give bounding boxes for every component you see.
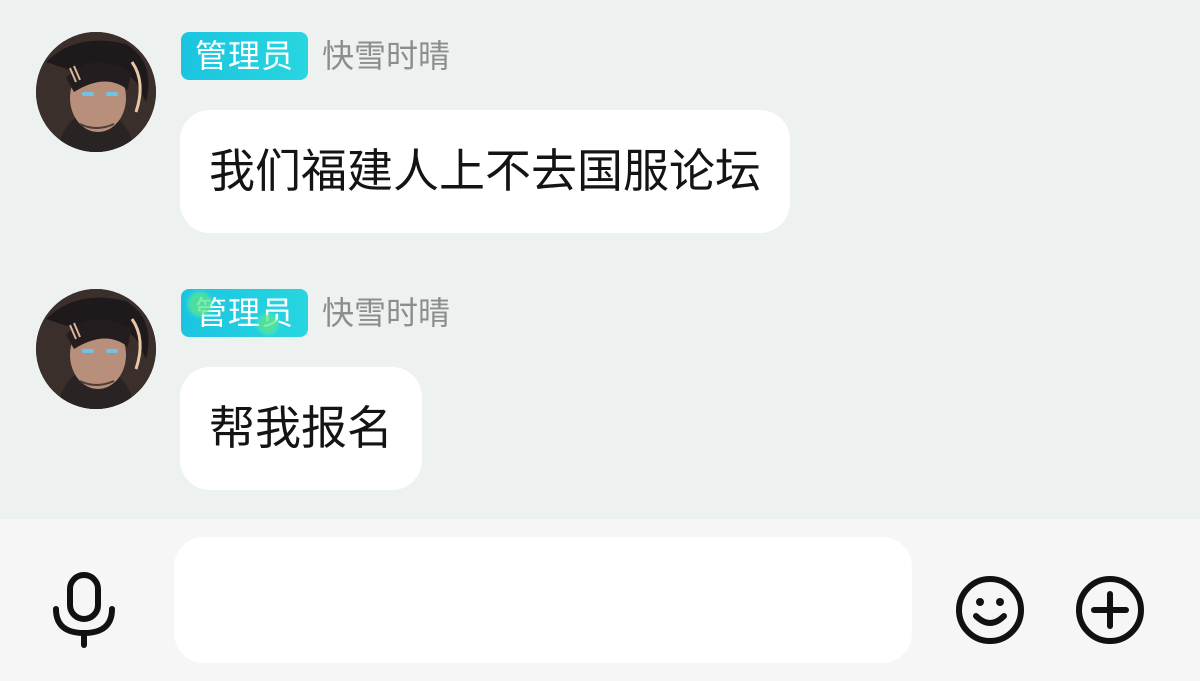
- voice-button[interactable]: [50, 571, 118, 649]
- message-input[interactable]: [174, 537, 912, 663]
- sender-name[interactable]: 快雪时晴: [322, 289, 450, 337]
- avatar[interactable]: [36, 32, 156, 152]
- microphone-icon: [53, 572, 115, 648]
- composer-bar: [0, 519, 1200, 681]
- message-meta: 管理员 快雪时晴: [181, 287, 450, 339]
- admin-badge: 管理员: [181, 289, 309, 337]
- avatar[interactable]: [36, 289, 156, 409]
- message-bubble[interactable]: 帮我报名: [180, 367, 422, 490]
- message-bubble[interactable]: 我们福建人上不去国服论坛: [180, 110, 790, 233]
- more-actions-button[interactable]: [1074, 574, 1146, 646]
- plus-circle-icon: [1076, 576, 1144, 644]
- smiley-icon: [956, 576, 1024, 644]
- avatar-portrait-image: [36, 289, 156, 409]
- emoji-button[interactable]: [954, 574, 1026, 646]
- sparkle-icon: [259, 315, 277, 333]
- message-meta: 管理员 快雪时晴: [181, 30, 450, 82]
- admin-badge: 管理员: [181, 32, 309, 80]
- sender-name[interactable]: 快雪时晴: [322, 32, 450, 80]
- sparkle-icon: [189, 293, 211, 315]
- avatar-portrait-image: [36, 32, 156, 152]
